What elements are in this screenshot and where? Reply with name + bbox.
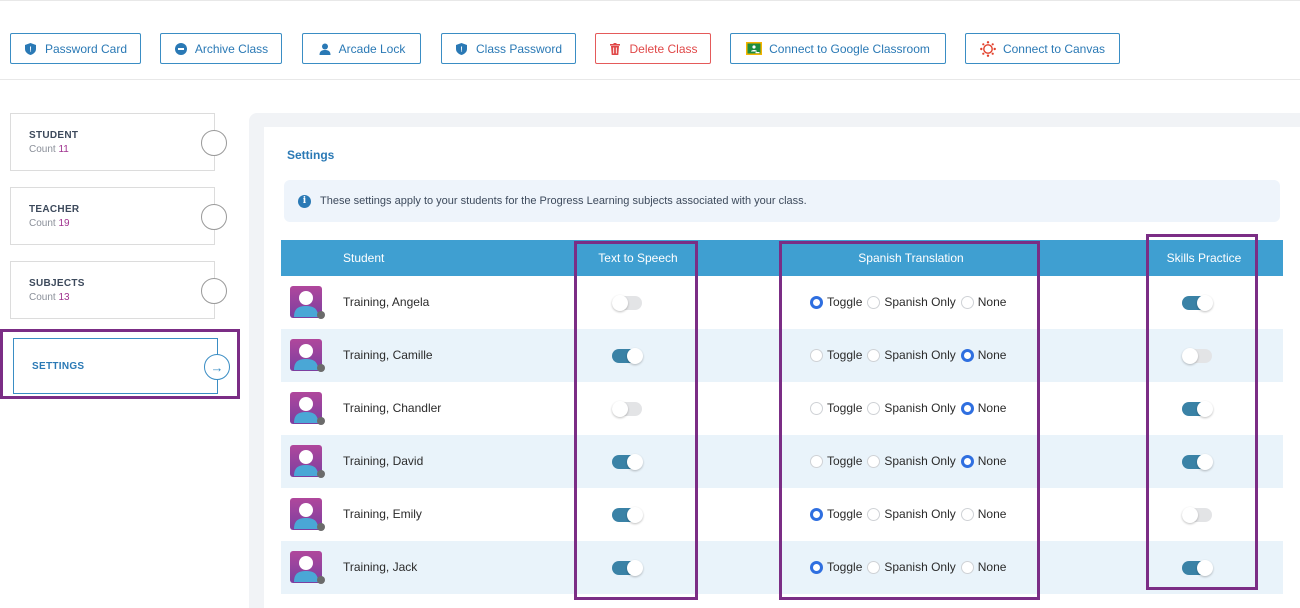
student-name: Training, David xyxy=(343,454,424,468)
shield-icon: ! xyxy=(455,42,469,56)
connect-canvas-button[interactable]: Connect to Canvas xyxy=(965,33,1120,64)
nav-student-count: Count 11 xyxy=(29,144,69,155)
class-password-label: Class Password xyxy=(475,41,563,56)
minus-circle-icon xyxy=(174,42,188,56)
settings-title: Settings xyxy=(287,148,335,162)
class-settings-page: ! Password Card Archive Class Arcade Loc… xyxy=(0,0,1300,608)
class-password-button[interactable]: ! Class Password xyxy=(441,33,576,64)
skills-practice-column-highlight xyxy=(1146,234,1258,590)
svg-text:!: ! xyxy=(30,46,32,53)
nav-subjects-count: Count 13 xyxy=(29,292,70,303)
avatar xyxy=(290,339,326,373)
password-card-label: Password Card xyxy=(44,41,128,56)
google-classroom-icon xyxy=(746,42,763,56)
nav-settings-title: SETTINGS xyxy=(32,361,85,372)
text-to-speech-column-highlight xyxy=(574,241,698,600)
connect-google-classroom-label: Connect to Google Classroom xyxy=(769,41,930,56)
nav-subjects-step-indicator xyxy=(201,278,227,304)
header-student: Student xyxy=(343,251,385,265)
nav-teacher-step-indicator xyxy=(201,204,227,230)
archive-class-label: Archive Class xyxy=(194,41,269,56)
class-toolbar: ! Password Card Archive Class Arcade Loc… xyxy=(0,0,1300,80)
arcade-lock-label: Arcade Lock xyxy=(338,41,406,56)
shield-icon: ! xyxy=(24,42,38,56)
svg-text:!: ! xyxy=(461,46,463,53)
nav-teacher-card[interactable]: TEACHER Count 19 xyxy=(10,187,227,245)
connect-canvas-label: Connect to Canvas xyxy=(1002,41,1106,56)
student-name: Training, Angela xyxy=(343,295,430,309)
trash-icon xyxy=(608,42,622,56)
nav-student-title: STUDENT xyxy=(29,130,79,141)
student-name: Training, Camille xyxy=(343,348,433,362)
settings-info-text: These settings apply to your students fo… xyxy=(320,195,807,207)
nav-teacher-count: Count 19 xyxy=(29,218,70,229)
user-icon xyxy=(318,42,332,56)
nav-teacher-title: TEACHER xyxy=(29,204,80,215)
student-name: Training, Jack xyxy=(343,560,418,574)
password-card-button[interactable]: ! Password Card xyxy=(10,33,141,64)
nav-student-card[interactable]: STUDENT Count 11 xyxy=(10,113,227,171)
nav-settings-highlight: SETTINGS → xyxy=(0,329,240,399)
nav-subjects-card[interactable]: SUBJECTS Count 13 xyxy=(10,261,227,319)
avatar xyxy=(290,445,326,479)
arrow-right-icon: → xyxy=(204,354,230,380)
connect-google-classroom-button[interactable]: Connect to Google Classroom xyxy=(730,33,946,64)
spanish-translation-column-highlight xyxy=(779,241,1040,600)
avatar xyxy=(290,286,326,320)
settings-info-banner: i These settings apply to your students … xyxy=(284,180,1280,222)
nav-subjects-title: SUBJECTS xyxy=(29,278,85,289)
archive-class-button[interactable]: Archive Class xyxy=(160,33,282,64)
delete-class-button[interactable]: Delete Class xyxy=(595,33,711,64)
avatar xyxy=(290,498,326,532)
arcade-lock-button[interactable]: Arcade Lock xyxy=(302,33,421,64)
info-icon: i xyxy=(298,194,311,208)
canvas-icon xyxy=(980,40,996,57)
student-name: Training, Chandler xyxy=(343,401,442,415)
nav-settings-card[interactable]: SETTINGS → xyxy=(13,338,230,394)
avatar xyxy=(290,392,326,426)
nav-student-step-indicator xyxy=(201,130,227,156)
delete-class-label: Delete Class xyxy=(629,41,698,56)
student-name: Training, Emily xyxy=(343,507,422,521)
avatar xyxy=(290,551,326,585)
